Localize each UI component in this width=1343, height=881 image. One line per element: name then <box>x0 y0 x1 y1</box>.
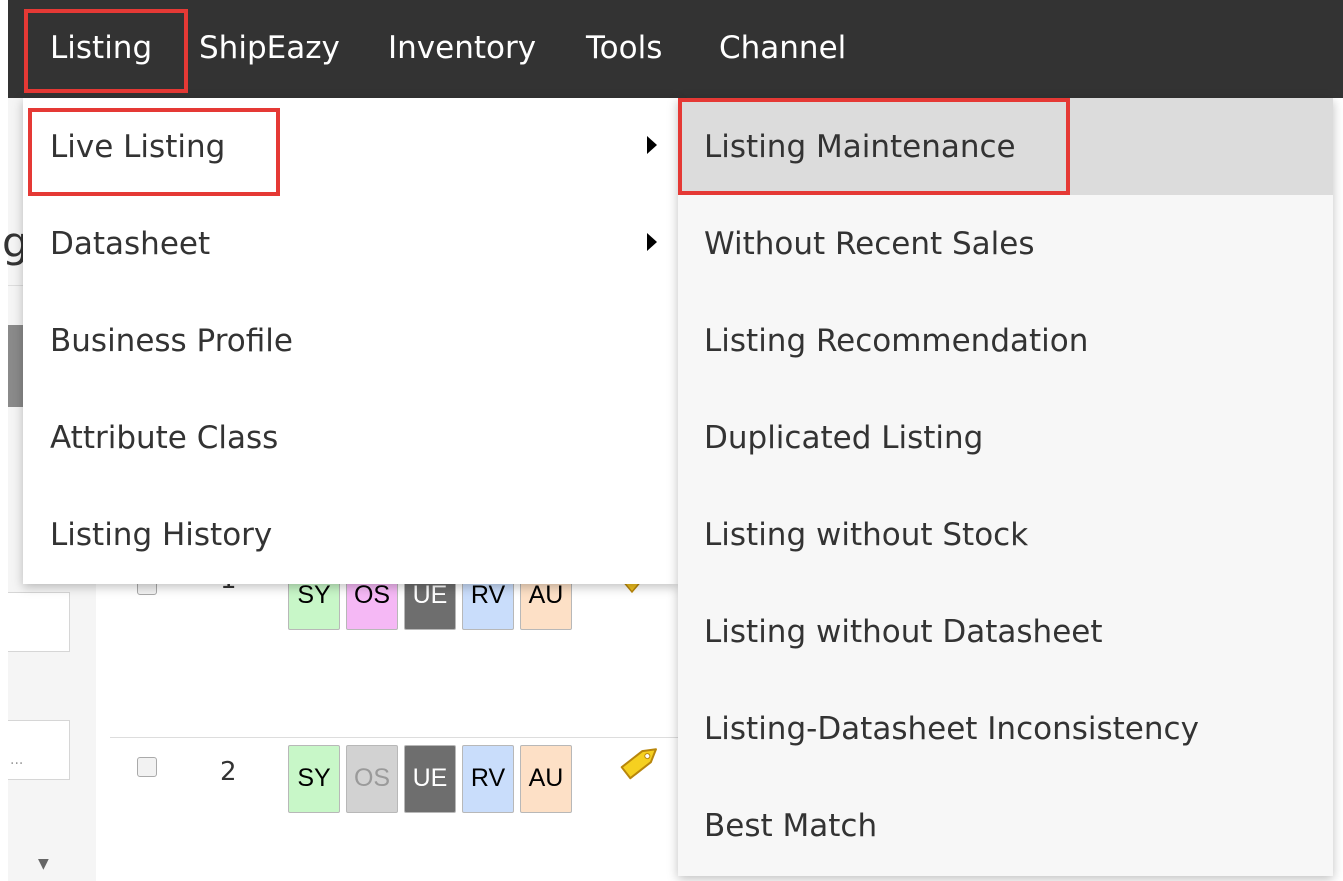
badge-rv[interactable]: RV <box>462 745 514 813</box>
submenu-item-without-recent-sales[interactable]: Without Recent Sales <box>678 195 1333 292</box>
submenu-item-label: Without Recent Sales <box>704 226 1035 262</box>
menu-item-datasheet[interactable]: Datasheet <box>23 195 678 292</box>
nav-channel[interactable]: Channel <box>719 0 846 98</box>
submenu-item-label: Listing-Datasheet Inconsistency <box>704 711 1199 747</box>
submenu-item-label: Best Match <box>704 808 878 844</box>
submenu-item-label: Listing without Datasheet <box>704 614 1103 650</box>
listing-maintenance-highlight <box>678 98 1070 195</box>
menu-item-label: Attribute Class <box>50 420 279 456</box>
field-ellipsis: ... <box>10 752 24 768</box>
submenu-item-label: Listing without Stock <box>704 517 1029 553</box>
badge-au[interactable]: AU <box>520 745 572 813</box>
menu-item-label: Listing History <box>50 517 273 553</box>
row-checkbox[interactable] <box>137 757 157 777</box>
submenu-item-label: Listing Recommendation <box>704 323 1089 359</box>
submenu-item-listing-recommendation[interactable]: Listing Recommendation <box>678 292 1333 389</box>
live-listing-highlight <box>28 108 280 196</box>
submenu-arrow-icon <box>647 233 657 251</box>
live-listing-submenu: Listing Maintenance Without Recent Sales… <box>678 98 1333 876</box>
nav-inventory[interactable]: Inventory <box>388 0 536 98</box>
badge-os[interactable]: OS <box>346 745 398 813</box>
badge-ue[interactable]: UE <box>404 745 456 813</box>
submenu-item-best-match[interactable]: Best Match <box>678 777 1333 874</box>
menu-item-label: Business Profile <box>50 323 293 359</box>
menu-item-label: Datasheet <box>50 226 211 262</box>
submenu-item-listing-without-stock[interactable]: Listing without Stock <box>678 486 1333 583</box>
submenu-item-duplicated-listing[interactable]: Duplicated Listing <box>678 389 1333 486</box>
row-divider <box>110 737 680 738</box>
listing-dropdown-menu: Live Listing Datasheet Business Profile … <box>23 98 678 584</box>
menu-item-attribute-class[interactable]: Attribute Class <box>23 389 678 486</box>
nav-shipeazy[interactable]: ShipEazy <box>199 0 340 98</box>
submenu-arrow-icon <box>647 136 657 154</box>
filter-input[interactable] <box>8 592 70 652</box>
nav-listing-highlight <box>24 9 188 93</box>
tag-icon[interactable] <box>618 742 664 780</box>
top-nav-bar: Listing ShipEazy Inventory Tools Channel <box>8 0 1343 98</box>
row-number: 2 <box>220 757 237 787</box>
submenu-item-listing-datasheet-inconsistency[interactable]: Listing-Datasheet Inconsistency <box>678 680 1333 777</box>
menu-item-business-profile[interactable]: Business Profile <box>23 292 678 389</box>
submenu-item-label: Duplicated Listing <box>704 420 984 456</box>
select-caret-icon[interactable]: ▼ <box>38 856 49 872</box>
badge-sy[interactable]: SY <box>288 745 340 813</box>
menu-item-listing-history[interactable]: Listing History <box>23 486 678 583</box>
filter-input[interactable] <box>8 720 70 780</box>
submenu-item-listing-without-datasheet[interactable]: Listing without Datasheet <box>678 583 1333 680</box>
nav-tools[interactable]: Tools <box>586 0 662 98</box>
